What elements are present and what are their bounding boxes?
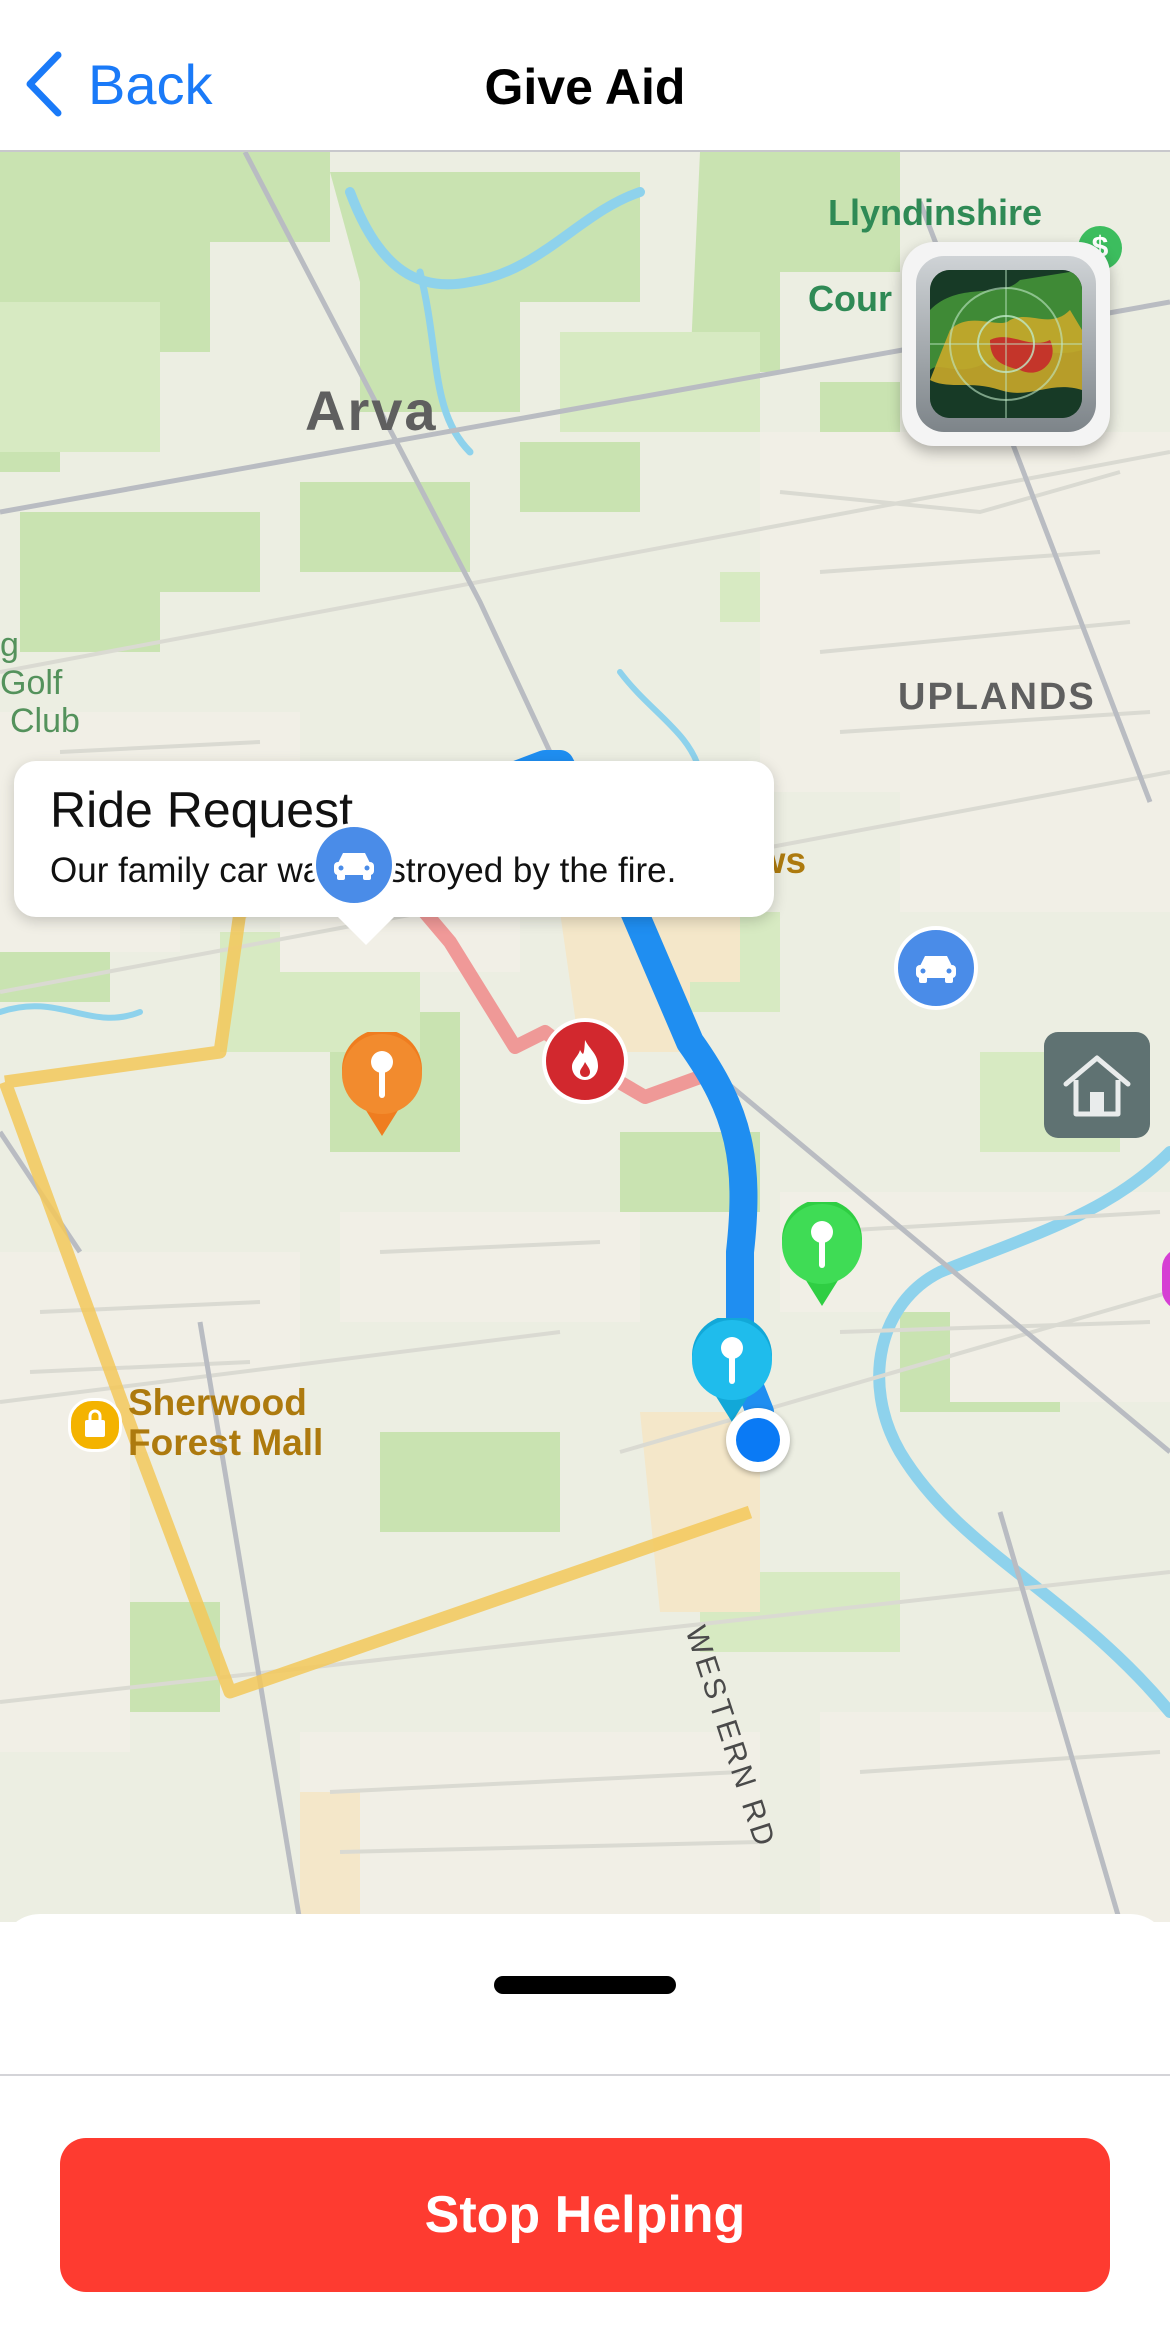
map-pin-icon[interactable] (778, 1202, 866, 1308)
place-label-sherwood-line1: Sherwood (128, 1382, 307, 1423)
stop-helping-button[interactable]: Stop Helping (60, 2138, 1110, 2292)
map-pin-icon[interactable] (338, 1032, 426, 1138)
golf-label-fragment-1: g (0, 626, 19, 664)
ride-request-marker[interactable] (894, 926, 978, 1010)
ride-request-marker[interactable] (312, 823, 396, 907)
radar-overlay-button[interactable] (902, 242, 1110, 446)
flame-icon (572, 1040, 598, 1080)
place-label-arva: Arva (305, 379, 438, 442)
navigation-bar: Back Give Aid (0, 0, 1170, 152)
radar-icon (930, 270, 1082, 418)
place-label-sherwood-line2: Forest Mall (128, 1422, 324, 1463)
ride-request-callout[interactable]: Ride Request Our family car was destroye… (14, 761, 774, 945)
user-location-icon (726, 1408, 790, 1472)
golf-label-fragment-3: Club (10, 702, 80, 740)
shopping-bag-icon[interactable] (68, 1398, 122, 1452)
home-icon (1063, 1055, 1131, 1117)
car-icon (916, 956, 956, 983)
map-view[interactable]: Llyndinshire Cour $ Arva UPLANDS g Golf … (0, 152, 1170, 1922)
fire-marker[interactable] (542, 1018, 628, 1104)
place-label-llyndinshire: Llyndinshire (828, 192, 1043, 233)
page-title: Give Aid (484, 59, 686, 115)
callout-title: Ride Request (50, 782, 353, 838)
car-icon (334, 853, 374, 880)
place-label-uplands: UPLANDS (898, 676, 1096, 718)
bottom-sheet[interactable] (0, 1914, 1170, 2076)
golf-label-fragment-2: Golf (0, 664, 63, 702)
sheet-grabber[interactable] (494, 1976, 676, 1994)
home-button[interactable] (1044, 1032, 1150, 1138)
place-label-cour: Cour (808, 278, 892, 319)
